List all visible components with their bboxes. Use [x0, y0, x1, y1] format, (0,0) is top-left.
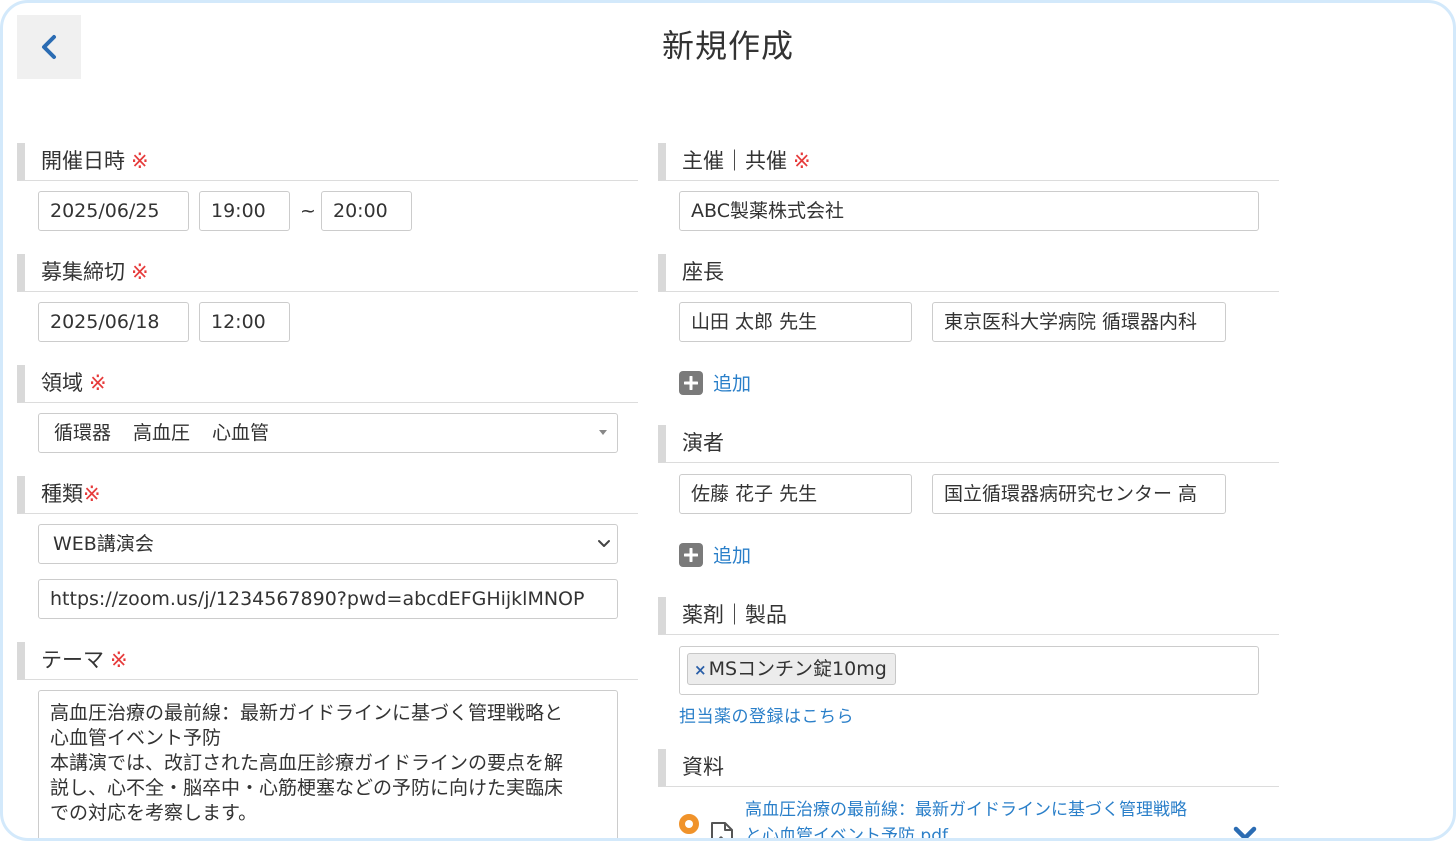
required-mark: ※: [793, 149, 811, 173]
section-header-chair: 座長: [658, 254, 1279, 292]
theme-line: 説し、心不全・脳卒中・心筋梗塞などの予防に向けた実臨床: [50, 777, 564, 799]
plus-square-icon: [679, 542, 703, 567]
app-window: 新規作成 開催日時 ※ 2025/06/25 19:00 ~ 20:00 募集締切…: [0, 0, 1456, 841]
theme-line: 心血管イベント予防: [50, 727, 222, 749]
type-select[interactable]: WEB講演会: [38, 524, 618, 564]
file-name-line: と心血管イベント予防.pdf: [745, 826, 948, 841]
deadline-date-input[interactable]: 2025/06/18: [38, 302, 189, 342]
theme-line: 高血圧治療の最前線：最新ガイドラインに基づく管理戦略と: [50, 702, 564, 724]
section-label: 主催｜共催: [682, 149, 787, 173]
start-time-input[interactable]: 19:00: [199, 191, 290, 231]
section-header-organizer: 主催｜共催 ※: [658, 143, 1279, 181]
section-header-theme: テーマ ※: [17, 642, 638, 680]
deadline-time-input[interactable]: 12:00: [199, 302, 290, 342]
field-tag: 循環器: [54, 422, 112, 444]
chair-name-input[interactable]: 山田 太郎 先生: [679, 302, 912, 342]
section-label: 薬剤｜製品: [682, 603, 787, 627]
theme-line: での対応を考察します。: [50, 802, 258, 824]
section-label: 資料: [682, 755, 724, 779]
section-label: 演者: [682, 431, 724, 455]
theme-line: 本講演では、改訂された高血圧診療ガイドラインの要点を解: [50, 752, 564, 774]
add-chair-button[interactable]: 追加: [679, 369, 751, 396]
section-header-field: 領域 ※: [17, 365, 638, 403]
organizer-input[interactable]: ABC製薬株式会社: [679, 191, 1259, 231]
required-mark: ※: [110, 648, 128, 672]
plus-square-icon: [679, 370, 703, 395]
required-mark: ※: [89, 371, 107, 395]
section-label: テーマ: [41, 648, 104, 672]
add-speaker-button[interactable]: 追加: [679, 541, 751, 568]
add-label: 追加: [713, 373, 752, 395]
section-header-material: 資料: [658, 749, 1279, 787]
required-mark: ※: [83, 482, 101, 506]
required-mark: ※: [131, 260, 149, 284]
section-label: 開催日時: [41, 149, 125, 173]
section-header-date: 開催日時 ※: [17, 143, 638, 181]
section-label: 領域: [41, 371, 83, 395]
section-header-drug: 薬剤｜製品: [658, 597, 1279, 635]
field-tag: 心血管: [212, 422, 270, 444]
file-name-line: 高血圧治療の最前線：最新ガイドラインに基づく管理戦略: [745, 800, 1187, 820]
end-time-input[interactable]: 20:00: [321, 191, 412, 231]
drug-chip: × MSコンチン錠10mg: [687, 653, 896, 685]
section-label: 募集締切: [41, 260, 125, 284]
chair-affiliation-input[interactable]: 東京医科大学病院 循環器内科: [932, 302, 1226, 342]
field-tag: 高血圧: [133, 422, 191, 444]
section-header-deadline: 募集締切 ※: [17, 254, 638, 292]
event-date-input[interactable]: 2025/06/25: [38, 191, 189, 231]
close-x-icon[interactable]: [1232, 825, 1258, 841]
add-label: 追加: [713, 545, 752, 567]
theme-textarea[interactable]: 高血圧治療の最前線：最新ガイドラインに基づく管理戦略と 心血管イベント予防 本講…: [38, 690, 618, 838]
required-mark: ※: [131, 149, 149, 173]
chip-label: MSコンチン錠10mg: [708, 658, 887, 680]
speaker-name-input[interactable]: 佐藤 花子 先生: [679, 474, 912, 514]
section-header-type: 種類※: [17, 476, 638, 514]
speaker-affiliation-input[interactable]: 国立循環器病研究センター 高: [932, 474, 1226, 514]
section-label: 座長: [682, 260, 724, 284]
chevron-down-icon: [598, 540, 610, 547]
field-multiselect[interactable]: 循環器 高血圧 心血管: [38, 413, 618, 453]
url-input[interactable]: https://zoom.us/j/1234567890?pwd=abcdEFG…: [38, 579, 618, 619]
drug-register-link[interactable]: 担当薬の登録はこちら: [679, 702, 854, 727]
section-label: 種類: [41, 482, 83, 506]
radio-selected-icon[interactable]: [679, 814, 699, 834]
range-separator: ~: [300, 200, 316, 222]
dropdown-arrow-icon: [599, 430, 607, 435]
pdf-file-icon: [711, 822, 733, 838]
type-selected-value: WEB講演会: [53, 533, 154, 555]
chip-remove-icon[interactable]: ×: [694, 661, 707, 679]
material-file-link[interactable]: 高血圧治療の最前線：最新ガイドラインに基づく管理戦略 と心血管イベント予防.pd…: [745, 797, 1187, 841]
section-header-speaker: 演者: [658, 425, 1279, 463]
page-title: 新規作成: [661, 27, 794, 65]
drug-multiselect[interactable]: × MSコンチン錠10mg: [679, 646, 1259, 695]
